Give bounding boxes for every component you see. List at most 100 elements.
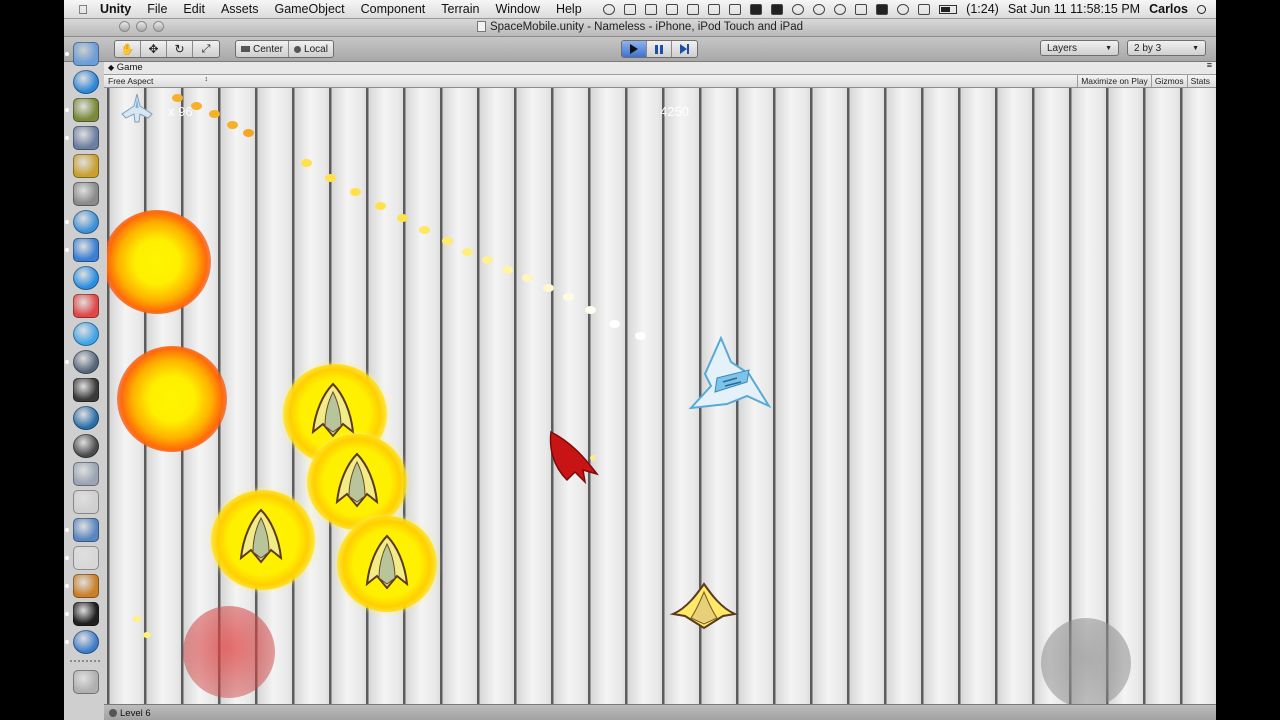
- layout-dropdown[interactable]: 2 by 3 ▼: [1127, 40, 1206, 56]
- unity-icon[interactable]: [73, 602, 99, 626]
- maximize-on-play-button[interactable]: Maximize on Play: [1077, 75, 1151, 87]
- running-indicator: [65, 584, 69, 588]
- menu-help[interactable]: Help: [548, 2, 590, 16]
- menu-edit[interactable]: Edit: [175, 2, 213, 16]
- right-virtual-joystick[interactable]: [1041, 618, 1131, 704]
- bullet: [350, 188, 361, 196]
- enemy-ship-icon: [239, 508, 283, 564]
- bullet: [191, 102, 202, 110]
- step-button[interactable]: [672, 41, 697, 57]
- play-button[interactable]: [622, 41, 647, 57]
- game-tab-bar: ◆ Game ≡: [104, 60, 1216, 75]
- scale-tool-button[interactable]: ⤢: [193, 41, 219, 57]
- layers-dropdown[interactable]: Layers ▼: [1040, 40, 1119, 56]
- joystick-icon[interactable]: [73, 490, 99, 514]
- mail-icon[interactable]: [73, 238, 99, 262]
- app-store-icon[interactable]: [73, 70, 99, 94]
- layers-dropdown-label: Layers: [1047, 42, 1078, 54]
- clock[interactable]: Sat Jun 11 11:58:15 PM: [1008, 2, 1140, 16]
- finder-icon[interactable]: [73, 42, 99, 66]
- utility-icon[interactable]: [73, 462, 99, 486]
- bullet: [462, 248, 473, 256]
- globe-status-icon[interactable]: [603, 3, 616, 15]
- stats-button[interactable]: Stats: [1186, 75, 1213, 87]
- menu-assets[interactable]: Assets: [213, 2, 267, 16]
- image-capture-icon[interactable]: [73, 574, 99, 598]
- chevron-down-icon: ▼: [1105, 44, 1112, 52]
- red-enemy-ship: [549, 430, 599, 484]
- menu-gameobject[interactable]: GameObject: [266, 2, 352, 16]
- display-status-icon[interactable]: [771, 3, 784, 15]
- clipboard-status-icon[interactable]: [645, 3, 658, 15]
- move-tool-button[interactable]: ✥: [141, 41, 167, 57]
- bullet: [143, 632, 151, 638]
- ichat-icon[interactable]: [73, 322, 99, 346]
- user-name[interactable]: Carlos: [1149, 2, 1188, 16]
- bullet: [585, 306, 596, 314]
- copy-status-icon[interactable]: [624, 3, 637, 15]
- itunes-icon[interactable]: [73, 266, 99, 290]
- time-machine-icon[interactable]: [813, 3, 826, 15]
- eye-status-icon[interactable]: [687, 3, 700, 15]
- panel-menu-icon[interactable]: ≡: [1207, 60, 1212, 70]
- window-title-text: SpaceMobile.unity - Nameless - iPhone, i…: [489, 21, 804, 33]
- updown-chevron-icon: ↕: [204, 76, 209, 83]
- window-title-bar: SpaceMobile.unity - Nameless - iPhone, i…: [64, 19, 1216, 37]
- pause-button[interactable]: [647, 41, 672, 57]
- window-status-icon[interactable]: [708, 3, 721, 15]
- rotate-tool-button[interactable]: ↻: [167, 41, 193, 57]
- pen-tool-icon[interactable]: [73, 350, 99, 374]
- volume-status-icon[interactable]: [855, 3, 868, 15]
- keyboard-status-icon[interactable]: [918, 3, 931, 15]
- running-indicator: [65, 220, 69, 224]
- calendar-icon[interactable]: [73, 294, 99, 318]
- lives-counter: x 96: [168, 104, 193, 119]
- menu-component[interactable]: Component: [353, 2, 434, 16]
- eve-icon[interactable]: [73, 378, 99, 402]
- speech-status-icon[interactable]: [792, 3, 805, 15]
- apple-icon[interactable]: : [72, 2, 94, 17]
- menu-app-name[interactable]: Unity: [94, 2, 139, 16]
- pivot-local-button[interactable]: Local: [289, 41, 333, 57]
- game-viewport[interactable]: x 96 4250: [107, 88, 1216, 704]
- status-area: (1:24) Sat Jun 11 11:58:15 PM Carlos: [603, 2, 1216, 16]
- battery-icon[interactable]: [939, 4, 958, 14]
- pivot-center-button[interactable]: Center: [236, 41, 290, 57]
- menu-bar:  Unity File Edit Assets GameObject Comp…: [64, 0, 1216, 19]
- database-icon[interactable]: [73, 182, 99, 206]
- menu-terrain[interactable]: Terrain: [433, 2, 487, 16]
- wifi-status-icon[interactable]: [897, 3, 910, 15]
- game-view-toggles: Maximize on Play Gizmos Stats: [1077, 75, 1213, 87]
- bullet: [301, 159, 312, 167]
- textedit-icon[interactable]: [73, 546, 99, 570]
- game-app-icon[interactable]: [73, 98, 99, 122]
- menu-window[interactable]: Window: [487, 2, 547, 16]
- bluetooth-status-icon[interactable]: [729, 3, 742, 15]
- sync-status-icon[interactable]: [834, 3, 847, 15]
- lock-status-icon[interactable]: [666, 3, 679, 15]
- left-virtual-joystick[interactable]: [183, 606, 275, 698]
- chevron-down-icon: ▼: [1192, 44, 1199, 52]
- app-status-icon[interactable]: [750, 3, 763, 15]
- texture-tool-icon[interactable]: [73, 154, 99, 178]
- steam-icon[interactable]: [73, 434, 99, 458]
- bullet: [172, 94, 183, 102]
- preview-icon[interactable]: [73, 126, 99, 150]
- move-arrows-icon: ✥: [148, 42, 159, 56]
- dock: [64, 38, 128, 720]
- safari-icon[interactable]: [73, 210, 99, 234]
- pivot-center-label: Center: [253, 43, 284, 55]
- menu-file[interactable]: File: [139, 2, 175, 16]
- layout-dropdown-label: 2 by 3: [1134, 42, 1162, 54]
- portal-icon[interactable]: [73, 406, 99, 430]
- play-controls: [621, 40, 698, 58]
- pivot-icon: [241, 46, 250, 52]
- xcode-icon[interactable]: [73, 518, 99, 542]
- bullet: [133, 616, 141, 622]
- silverlock-icon[interactable]: [73, 630, 99, 654]
- running-indicator: [65, 136, 69, 140]
- trash-icon[interactable]: [73, 670, 99, 694]
- gizmos-button[interactable]: Gizmos: [1150, 75, 1187, 87]
- spotlight-search-icon[interactable]: [1197, 4, 1206, 14]
- screen-status-icon[interactable]: [876, 3, 889, 15]
